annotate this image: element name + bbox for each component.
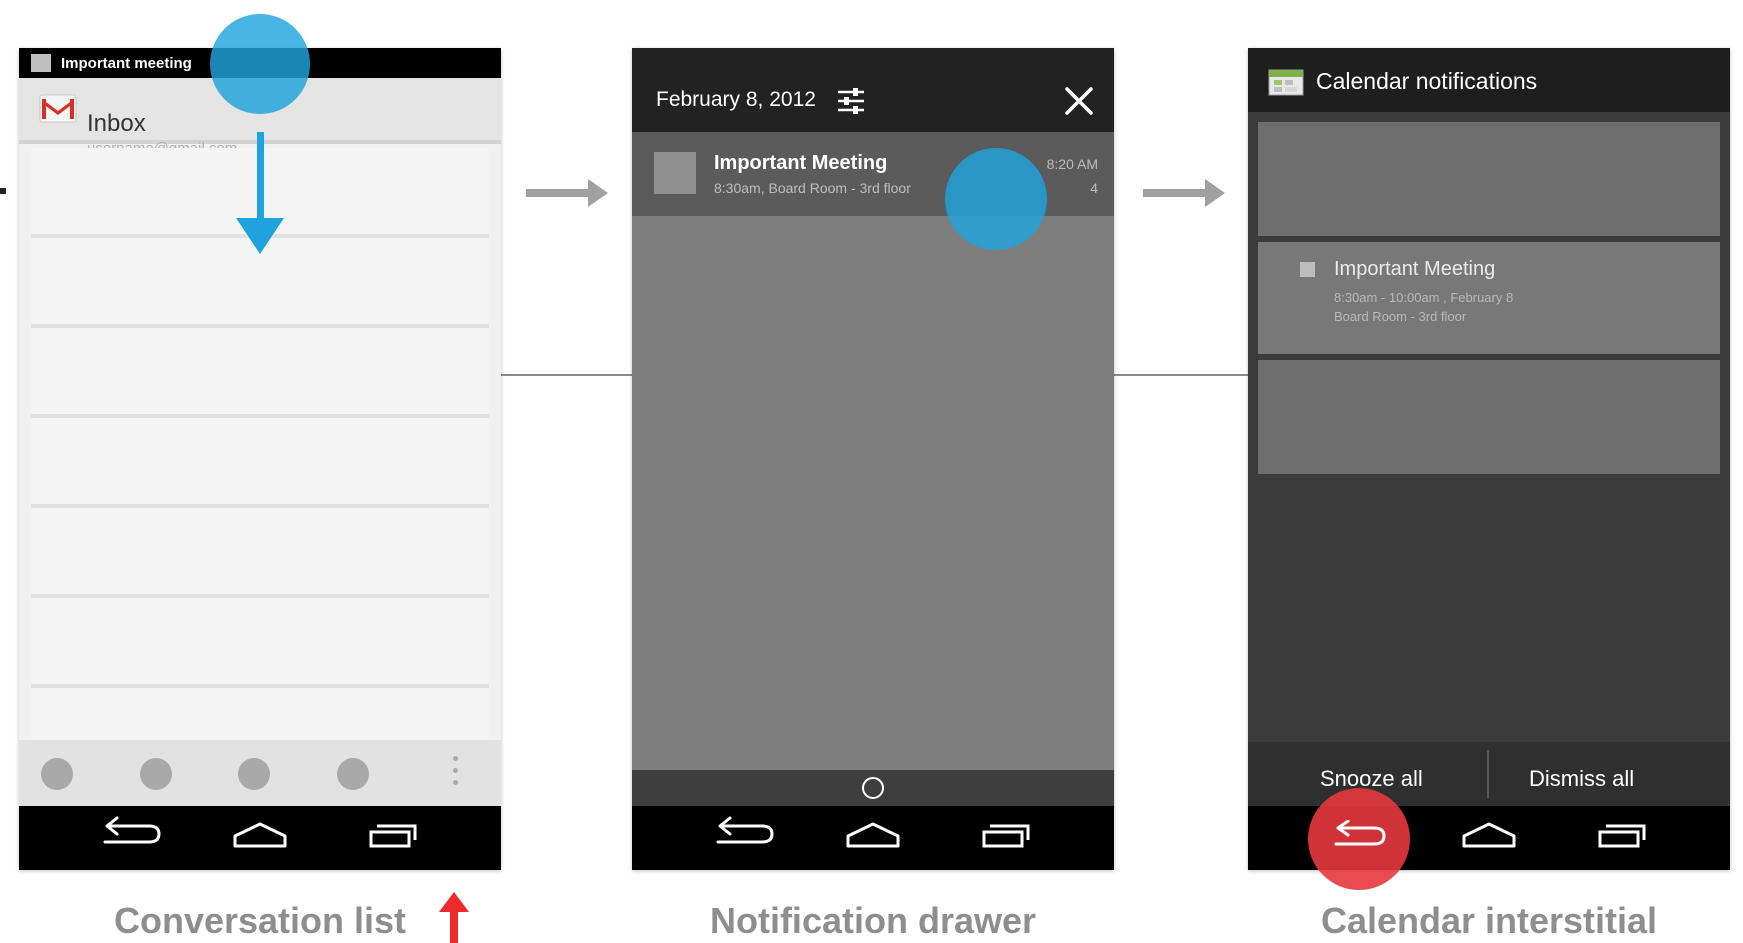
recents-icon[interactable] [982,824,1030,848]
drawer-date: February 8, 2012 [656,88,816,111]
conversation-row[interactable] [31,598,489,688]
nav-bar [19,806,501,870]
notification-card[interactable] [1258,122,1720,236]
dismiss-all-button[interactable]: Dismiss all [1529,766,1634,792]
notification-icon [31,54,51,72]
touch-indicator [210,14,310,114]
event-title: Important Meeting [1334,258,1496,280]
notification-subtitle: 8:30am, Board Room - 3rd floor [714,180,911,196]
back-icon[interactable] [716,816,774,844]
caption-notification-drawer: Notification drawer [709,900,1037,941]
drawer-handle[interactable] [632,770,1114,806]
close-icon[interactable] [1064,86,1094,116]
touch-indicator [945,148,1047,250]
home-icon[interactable] [1462,822,1516,848]
notification-card[interactable] [1258,360,1720,474]
calendar-icon [1268,69,1304,96]
swipe-down-arrow-icon [236,132,284,254]
action-button[interactable] [140,758,172,790]
back-icon[interactable] [1330,820,1390,860]
conversation-row[interactable] [31,328,489,418]
actions-divider [1487,750,1489,798]
event-details: 8:30am - 10:00am , February 8 Board Room… [1334,288,1614,326]
notification-time: 8:20 AM [1046,156,1098,172]
back-icon[interactable] [103,816,161,844]
phone-calendar-interstitial: Calendar notifications Important Meeting… [1248,48,1730,870]
phone-notification-drawer: February 8, 2012 Important Meeting 8:30a… [632,48,1114,870]
caption-conversation-list: Conversation list [113,900,407,941]
action-button[interactable] [238,758,270,790]
home-icon[interactable] [233,822,287,848]
calendar-header-title: Calendar notifications [1316,68,1538,94]
notification-app-icon [654,152,696,194]
recents-icon[interactable] [369,824,417,848]
notification-title: Important Meeting [714,152,888,174]
action-button[interactable] [337,758,369,790]
settings-sliders-icon[interactable] [836,86,866,116]
event-color-square [1300,262,1315,277]
home-icon[interactable] [846,822,900,848]
caption-calendar-interstitial: Calendar interstitial [1320,900,1658,941]
edge-mark [0,188,6,194]
calendar-header: Calendar notifications [1248,48,1730,112]
bottom-action-toolbar [19,740,501,806]
drawer-handle-ring [862,777,884,799]
snooze-all-button[interactable]: Snooze all [1320,766,1423,792]
event-time-line: 8:30am - 10:00am , February 8 [1334,290,1514,305]
arrow-right-icon [526,179,608,207]
drawer-header: February 8, 2012 [632,48,1114,132]
overflow-menu-icon[interactable] [453,756,459,790]
event-location-line: Board Room - 3rd floor [1334,309,1467,324]
gmail-icon [39,94,77,123]
nav-bar [632,806,1114,870]
arrow-right-icon [1143,179,1225,207]
status-notification-text: Important meeting [61,55,192,72]
conversation-row[interactable] [31,418,489,508]
action-button[interactable] [41,758,73,790]
recents-icon[interactable] [1598,824,1646,848]
conversation-row[interactable] [31,508,489,598]
inbox-title: Inbox [87,110,146,137]
bulk-actions-bar: Snooze all Dismiss all [1248,742,1730,806]
notification-count: 4 [1090,180,1098,196]
